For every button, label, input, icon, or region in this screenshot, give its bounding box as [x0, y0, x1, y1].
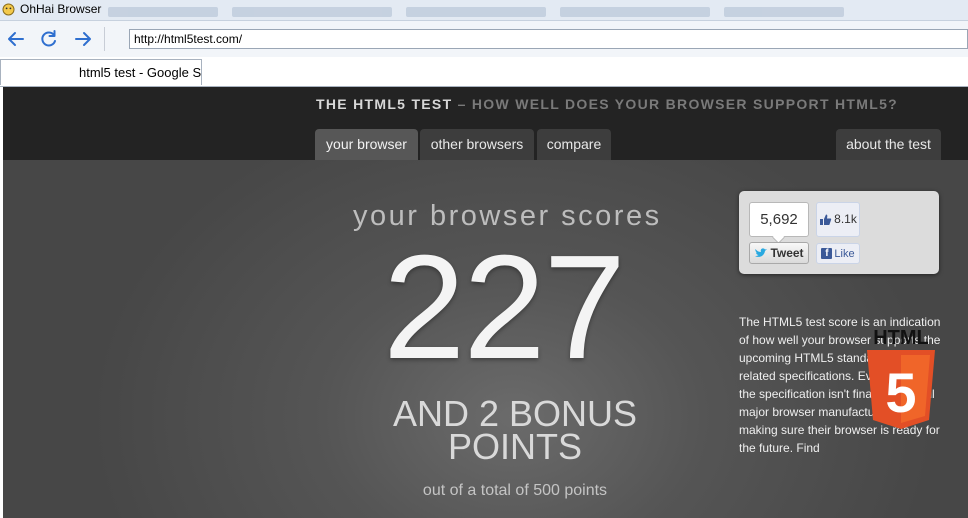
back-arrow-icon	[8, 32, 24, 46]
reload-icon	[41, 30, 56, 47]
tab-strip: html5 test - Google Search	[0, 57, 968, 87]
tweet-button[interactable]: Tweet	[749, 242, 809, 264]
site-brand: THE HTML5 TEST	[316, 96, 453, 112]
forward-button[interactable]	[72, 28, 94, 50]
tab-other-browsers[interactable]: other browsers	[420, 129, 534, 160]
tab-label: html5 test - Google Search	[79, 65, 202, 80]
tweet-label: Tweet	[770, 246, 804, 260]
thumbs-up-icon	[820, 214, 832, 225]
reload-button[interactable]	[38, 28, 60, 50]
site-tagline: – HOW WELL DOES YOUR BROWSER SUPPORT HTM…	[452, 96, 899, 112]
like-label: Like	[834, 247, 855, 260]
facebook-icon: f	[821, 248, 833, 259]
score-value: 227	[383, 225, 626, 390]
background-tabs	[108, 4, 968, 18]
bonus-points: AND 2 BONUS POINTS	[365, 396, 665, 467]
web-page: THE HTML5 TEST – HOW WELL DOES YOUR BROW…	[3, 87, 968, 518]
site-title: THE HTML5 TEST – HOW WELL DOES YOUR BROW…	[316, 96, 898, 112]
bonus-line-2: POINTS	[447, 426, 582, 467]
html5-logo-text: HTML	[873, 327, 929, 349]
site-header: THE HTML5 TEST – HOW WELL DOES YOUR BROW…	[3, 87, 968, 160]
score-total: out of a total of 500 points	[422, 482, 608, 499]
like-count: 8.1k	[834, 212, 857, 226]
toolbar-separator	[104, 27, 105, 51]
tab-your-browser[interactable]: your browser	[315, 129, 418, 160]
window-title: OhHai Browser	[20, 2, 102, 16]
like-button[interactable]: f Like	[816, 243, 860, 264]
twitter-bird-icon	[755, 248, 768, 257]
tab-google-search[interactable]: html5 test - Google Search	[0, 59, 202, 85]
address-bar[interactable]: http://html5test.com/	[129, 29, 968, 49]
forward-arrow-icon	[75, 32, 91, 46]
social-share-box: 5,692 Tweet 8.1k f Like	[739, 191, 939, 274]
tweet-count: 5,692	[749, 202, 809, 237]
like-count-box: 8.1k	[816, 202, 860, 237]
tab-about-the-test[interactable]: about the test	[836, 129, 941, 160]
html5-logo-number: 5	[885, 361, 916, 424]
back-button[interactable]	[5, 28, 27, 50]
html5-logo-icon: HTML 5	[867, 327, 935, 429]
title-bar: OhHai Browser	[0, 0, 968, 21]
navigation-toolbar: http://html5test.com/	[0, 21, 968, 57]
app-icon	[2, 3, 15, 16]
tab-compare[interactable]: compare	[537, 129, 611, 160]
